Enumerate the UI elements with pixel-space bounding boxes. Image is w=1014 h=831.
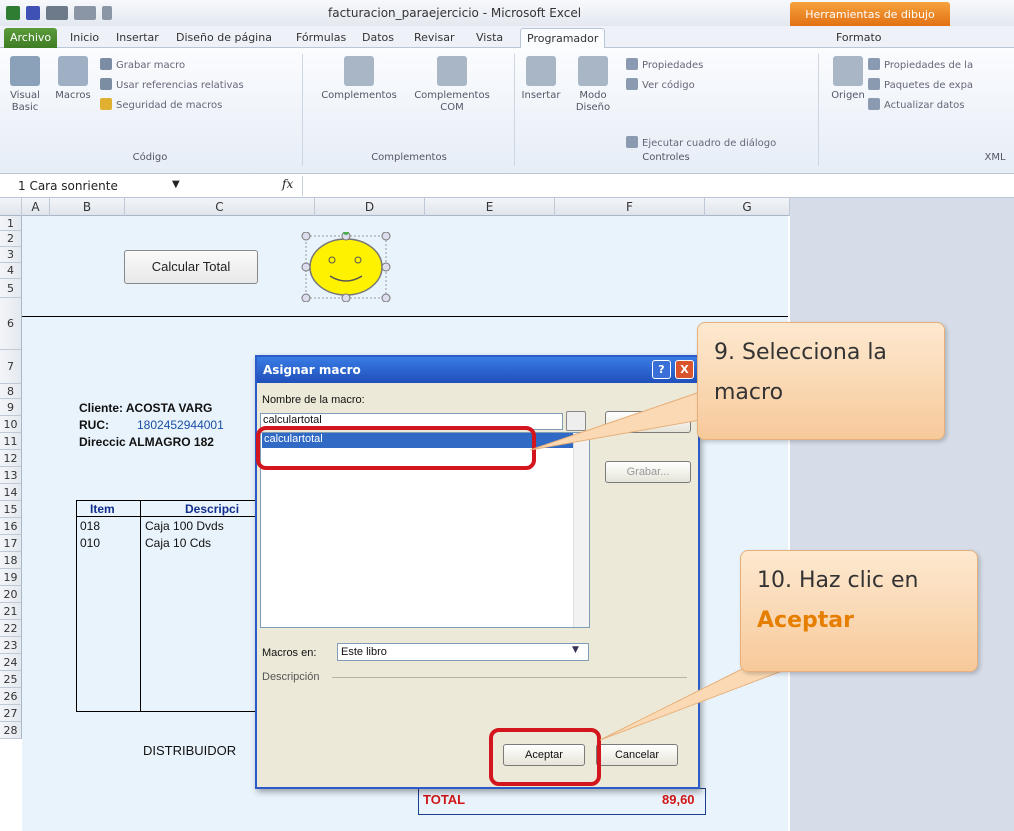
callout-pointer	[599, 667, 791, 741]
callout-pointer	[529, 391, 701, 451]
callout-emphasis: Aceptar	[757, 608, 854, 633]
callout-step-10: 10. Haz clic en Aceptar	[740, 550, 978, 672]
callout-step-9: 9. Selecciona la macro	[697, 322, 945, 440]
